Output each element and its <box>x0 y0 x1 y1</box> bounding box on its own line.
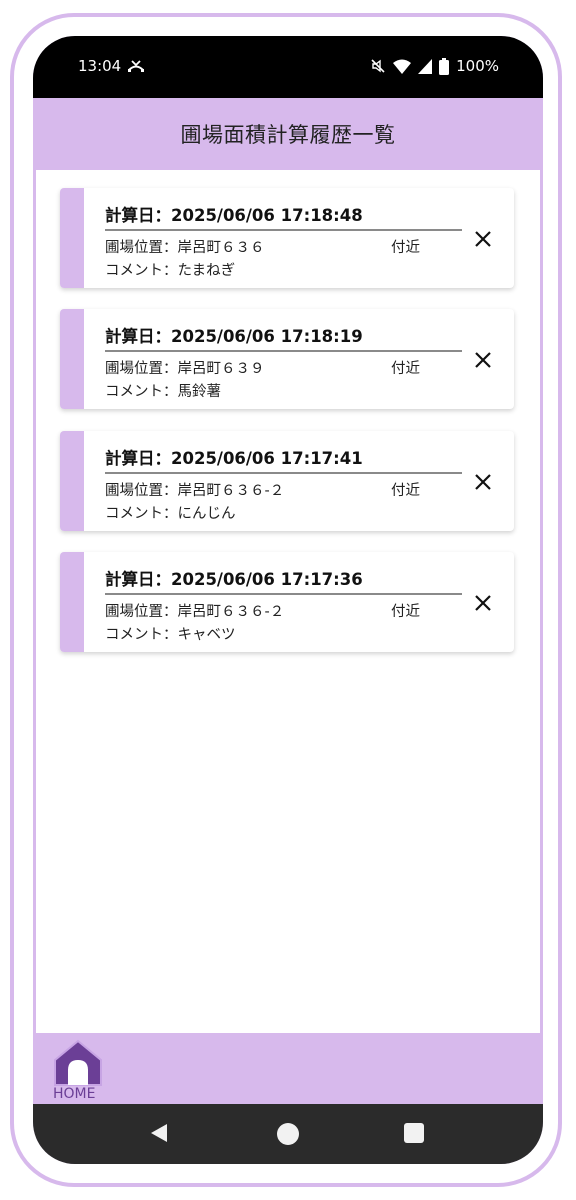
field-location: 圃場位置：岸呂町６３６-２ <box>105 604 285 620</box>
comment: コメント：にんじん <box>105 506 236 522</box>
close-icon[interactable] <box>472 349 494 371</box>
near-label: 付近 <box>391 361 420 377</box>
history-card[interactable]: 計算日：2025/06/06 17:18:19 圃場位置：岸呂町６３９ 付近 コ… <box>60 309 514 409</box>
home-label: HOME <box>53 1086 96 1102</box>
close-icon[interactable] <box>472 471 494 493</box>
close-icon[interactable] <box>472 228 494 250</box>
bottom-nav: HOME <box>33 1033 543 1104</box>
calculation-date: 計算日：2025/06/06 17:18:48 <box>105 202 462 231</box>
signal-icon <box>418 58 433 74</box>
mute-icon <box>371 59 385 73</box>
back-icon[interactable] <box>148 1122 170 1144</box>
card-accent-bar <box>60 309 84 409</box>
field-location: 圃場位置：岸呂町６３６-２ <box>105 483 285 499</box>
near-label: 付近 <box>391 604 420 620</box>
calculation-date: 計算日：2025/06/06 17:18:19 <box>105 323 462 352</box>
system-nav-bar <box>33 1104 543 1164</box>
battery-icon <box>439 57 450 75</box>
home-button[interactable]: HOME <box>52 1038 104 1102</box>
wifi-icon <box>393 59 412 74</box>
status-time: 13:04 <box>78 57 122 75</box>
close-icon[interactable] <box>472 592 494 614</box>
history-card[interactable]: 計算日：2025/06/06 17:17:36 圃場位置：岸呂町６３６-２ 付近… <box>60 552 514 652</box>
card-accent-bar <box>60 431 84 531</box>
history-card[interactable]: 計算日：2025/06/06 17:17:41 圃場位置：岸呂町６３６-２ 付近… <box>60 431 514 531</box>
device-screen: 13:04 100% 圃場面積計算履歴一覧 計算日：2025/06/06 17:… <box>33 36 543 1164</box>
page-title: 圃場面積計算履歴一覧 <box>180 123 396 147</box>
comment: コメント：馬鈴薯 <box>105 384 221 400</box>
near-label: 付近 <box>391 483 420 499</box>
app-header: 圃場面積計算履歴一覧 <box>33 98 543 170</box>
status-time-group: 13:04 <box>78 57 145 75</box>
field-location: 圃場位置：岸呂町６３９ <box>105 361 265 377</box>
history-list[interactable]: 計算日：2025/06/06 17:18:48 圃場位置：岸呂町６３６ 付近 コ… <box>36 170 540 1033</box>
near-label: 付近 <box>391 240 420 256</box>
card-accent-bar <box>60 552 84 652</box>
card-accent-bar <box>60 188 84 288</box>
comment: コメント：たまねぎ <box>105 263 236 279</box>
field-location: 圃場位置：岸呂町６３６ <box>105 240 265 256</box>
missed-call-icon <box>128 60 145 72</box>
calculation-date: 計算日：2025/06/06 17:17:36 <box>105 566 462 595</box>
comment: コメント：キャベツ <box>105 627 236 643</box>
home-icon <box>54 1039 102 1086</box>
battery-level: 100% <box>456 57 499 75</box>
status-icons: 100% <box>370 57 499 75</box>
calculation-date: 計算日：2025/06/06 17:17:41 <box>105 445 462 474</box>
recents-icon[interactable] <box>404 1123 424 1143</box>
status-bar: 13:04 100% <box>33 36 543 98</box>
history-card[interactable]: 計算日：2025/06/06 17:18:48 圃場位置：岸呂町６３６ 付近 コ… <box>60 188 514 288</box>
home-circle-icon[interactable] <box>276 1122 300 1146</box>
